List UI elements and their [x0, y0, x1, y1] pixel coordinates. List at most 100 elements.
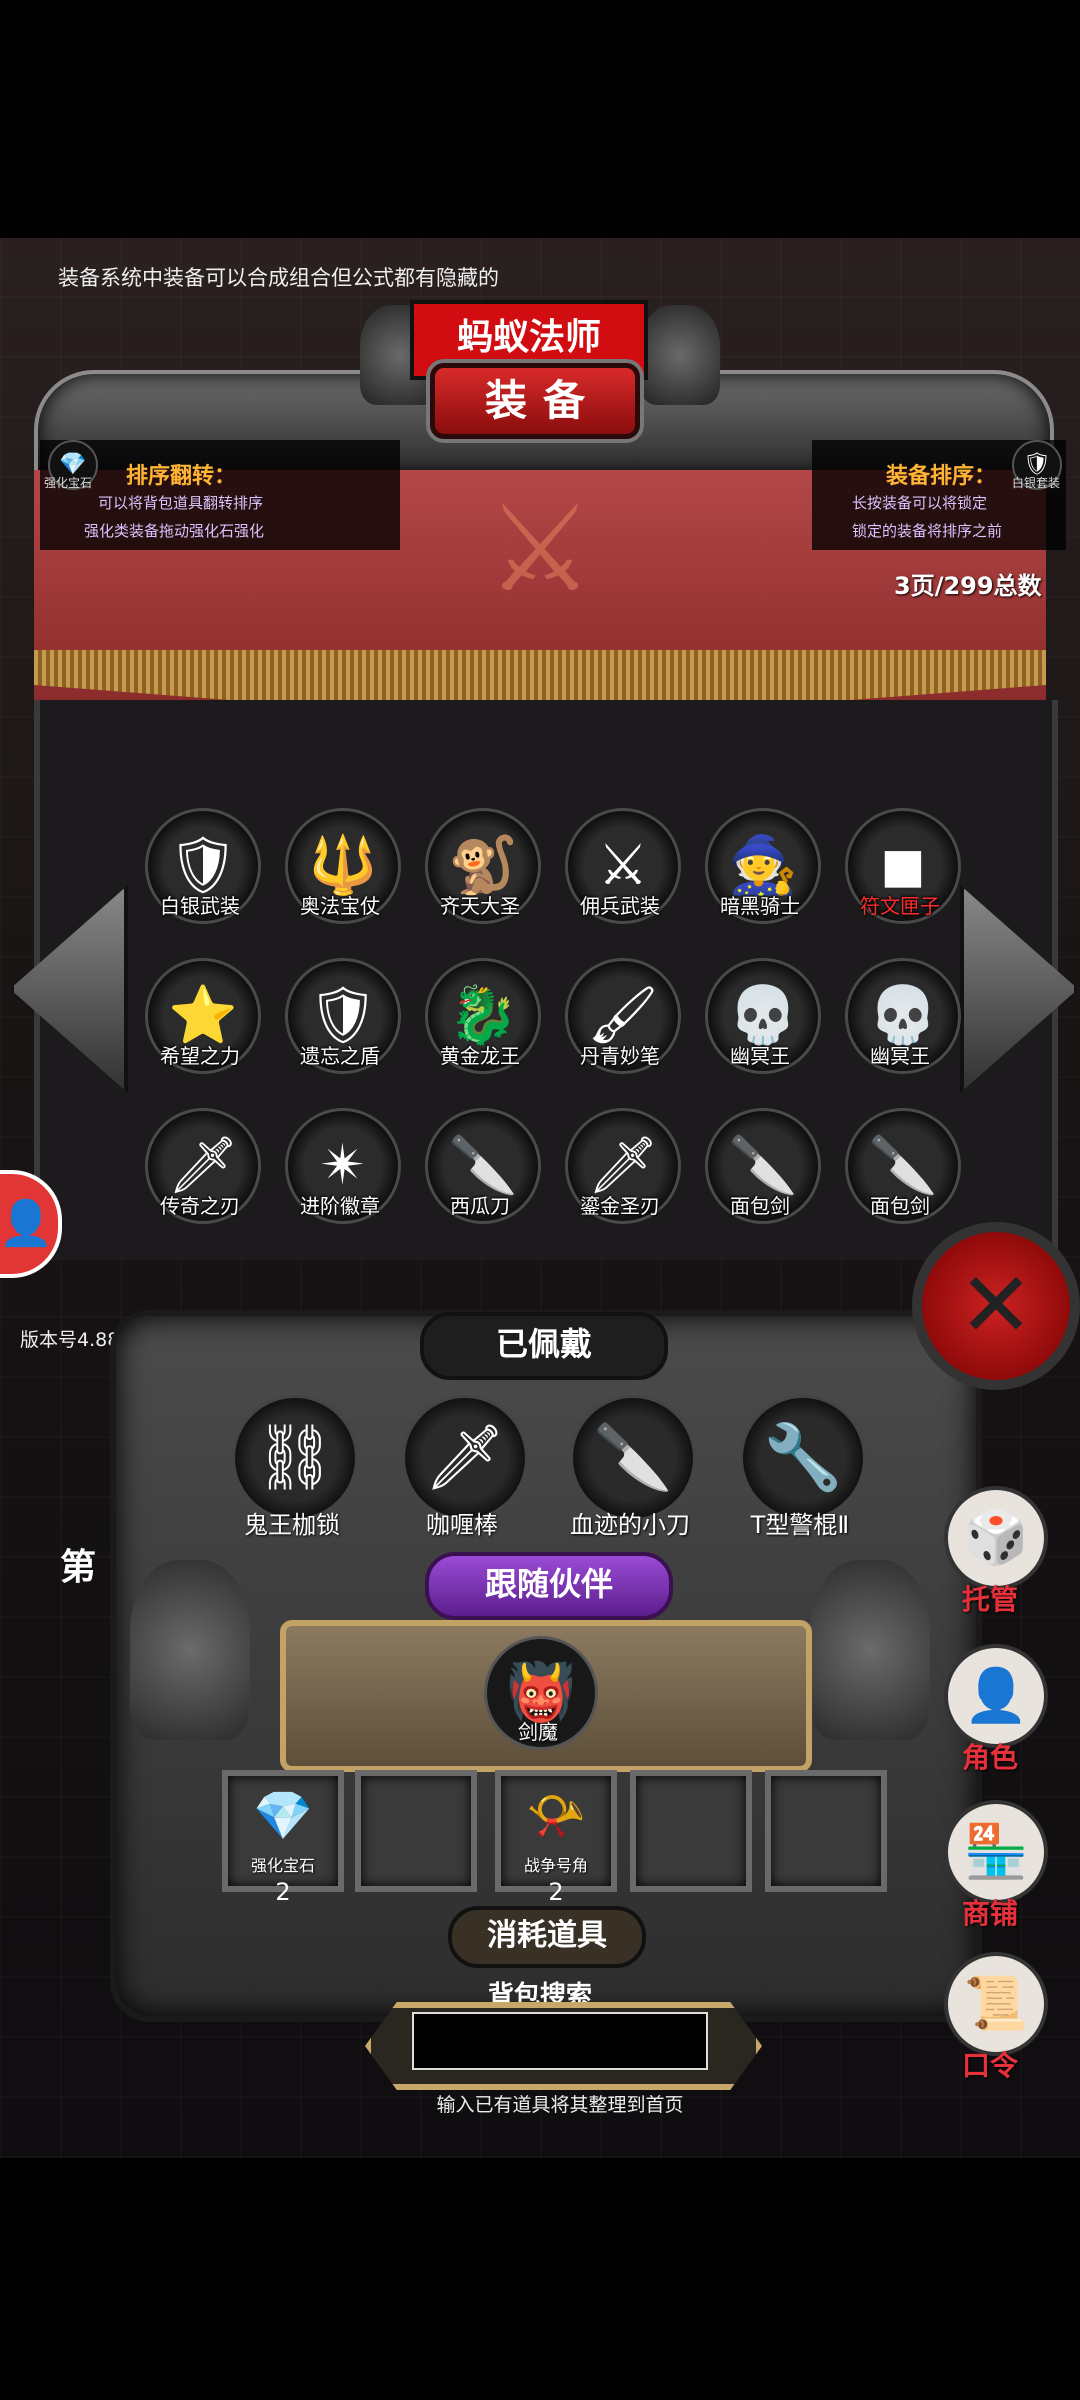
search-input[interactable]: [412, 2012, 708, 2070]
item-label: 进阶徽章: [300, 1194, 380, 1218]
side-button-label: 口令: [961, 2049, 1018, 2082]
equip-sort-title[interactable]: 装备排序：: [886, 458, 996, 490]
item-label: 希望之力: [160, 1044, 240, 1068]
consumable-count: 2: [548, 1878, 564, 1906]
worn-item[interactable]: 🔪 血迹的小刀: [560, 1395, 700, 1545]
inventory-item[interactable]: 🐉 黄金龙王: [420, 958, 541, 1088]
worn-item[interactable]: ⛓ 鬼王枷锁: [222, 1395, 362, 1545]
inventory-item[interactable]: 🔪 西瓜刀: [420, 1108, 541, 1238]
gargoyle-right-ornament: [640, 305, 720, 405]
companion-slot[interactable]: 👹 剑魔: [478, 1636, 598, 1766]
worn-item-label: 咖喱棒: [426, 1511, 498, 1539]
sort-flip-line2: 强化类装备拖动强化石强化: [84, 522, 265, 540]
worn-item-icon: 🗡: [402, 1395, 528, 1521]
inventory-item[interactable]: 🗡 鎏金圣刃: [560, 1108, 681, 1238]
character-button[interactable]: 👤 角色: [930, 1644, 1050, 1784]
item-label: 白银武装: [160, 894, 240, 918]
item-label: 黄金龙王: [440, 1044, 520, 1068]
item-label: 丹青妙笔: [580, 1044, 660, 1068]
shop-button[interactable]: 🏪 商铺: [930, 1800, 1050, 1940]
side-button-icon: 👤: [944, 1644, 1048, 1748]
item-label: 佣兵武装: [580, 894, 660, 918]
equip-sort-line2: 锁定的装备将排序之前: [852, 522, 1003, 540]
stage-label: 第: [60, 1547, 97, 1588]
tip-text: 装备系统中装备可以合成组合但公式都有隐藏的: [58, 266, 499, 290]
inventory-item[interactable]: 🗡 传奇之刃: [140, 1108, 261, 1238]
item-label: 暗黑骑士: [720, 894, 800, 918]
inventory-item[interactable]: 🔱 奥法宝仗: [280, 808, 401, 938]
page-counter: 3页/299总数: [894, 572, 1042, 600]
side-button-label: 角色: [961, 1741, 1018, 1774]
consumable-icon: 📯: [526, 1788, 586, 1844]
consumable-label: 强化宝石: [250, 1856, 315, 1875]
sort-flip-title[interactable]: 排序翻转：: [126, 458, 236, 490]
companion-title: 跟随伙伴: [425, 1552, 673, 1620]
worn-item-icon: ⛓: [232, 1395, 358, 1521]
item-label: 传奇之刃: [160, 1194, 240, 1218]
item-label: 幽冥王: [870, 1044, 930, 1068]
auto-play-button[interactable]: 🎲 托管: [930, 1486, 1050, 1626]
consumable-slot[interactable]: 💎 强化宝石 2: [222, 1770, 344, 1906]
consumable-icon: 💎: [253, 1788, 313, 1844]
equip-sort-info: 装备排序： 长按装备可以将锁定 锁定的装备将排序之前 🛡 白银套装: [812, 440, 1066, 550]
consumable-slot[interactable]: [765, 1770, 887, 1892]
consumable-slot[interactable]: 📯 战争号角 2: [495, 1770, 617, 1906]
worn-item[interactable]: 🗡 咖喱棒: [392, 1395, 532, 1545]
sort-flip-line1: 可以将背包道具翻转排序: [98, 494, 264, 512]
inventory-item[interactable]: 🛡 白银武装: [140, 808, 261, 938]
consumable-icon: [636, 1776, 746, 1856]
consumable-icon: [361, 1776, 471, 1856]
side-button-label: 托管: [961, 1583, 1018, 1616]
inventory-item[interactable]: 🧙 暗黑骑士: [700, 808, 821, 938]
item-label: 奥法宝仗: [300, 894, 380, 918]
inventory-item[interactable]: 💀 幽冥王: [840, 958, 961, 1088]
side-button-icon: 🏪: [944, 1800, 1048, 1904]
item-label: 面包剑: [730, 1194, 790, 1218]
sort-flip-info: 💎 强化宝石 排序翻转： 可以将背包道具翻转排序 强化类装备拖动强化石强化: [40, 440, 400, 550]
item-label: 幽冥王: [730, 1044, 790, 1068]
code-button[interactable]: 📜 口令: [930, 1952, 1050, 2092]
item-label: 面包剑: [870, 1194, 930, 1218]
crossed-swords-emblem-icon: ⚔: [486, 480, 594, 619]
worn-item[interactable]: 🔧 T型警棍Ⅱ: [730, 1395, 870, 1545]
inventory-item[interactable]: ⭐ 希望之力: [140, 958, 261, 1088]
equip-sort-line1: 长按装备可以将锁定: [852, 494, 988, 512]
inventory-item[interactable]: 🔪 面包剑: [700, 1108, 821, 1238]
equip-title: 装备: [430, 363, 640, 439]
consumable-slot[interactable]: [355, 1770, 477, 1892]
inventory-item[interactable]: 🐒 齐天大圣: [420, 808, 541, 938]
side-button-icon: 🎲: [944, 1486, 1048, 1590]
close-icon[interactable]: ✕: [912, 1222, 1080, 1390]
consumable-slot[interactable]: [630, 1770, 752, 1892]
worn-item-label: T型警棍Ⅱ: [750, 1511, 850, 1539]
dragon-left-ornament: [130, 1560, 250, 1740]
inventory-item[interactable]: 💀 幽冥王: [700, 958, 821, 1088]
item-label: 西瓜刀: [450, 1194, 510, 1218]
inventory-item[interactable]: ⚔ 佣兵武装: [560, 808, 681, 938]
worn-item-icon: 🔧: [740, 1395, 866, 1521]
worn-title: 已佩戴: [420, 1312, 668, 1380]
inventory-item[interactable]: ✴ 进阶徽章: [280, 1108, 401, 1238]
worn-item-icon: 🔪: [570, 1395, 696, 1521]
inventory-item[interactable]: 🖌 丹青妙笔: [560, 958, 681, 1088]
item-label: 鎏金圣刃: [580, 1194, 660, 1218]
version-label: 版本号4.88: [20, 1329, 120, 1351]
gem-icon-label: 强化宝石: [44, 476, 93, 490]
inventory-item[interactable]: ◼ 符文匣子: [840, 808, 961, 938]
consumable-count: 2: [275, 1878, 291, 1906]
consumable-icon: [771, 1776, 881, 1856]
item-label: 符文匣子: [860, 894, 940, 918]
search-hint: 输入已有道具将其整理到首页: [436, 2094, 684, 2116]
companion-label: 剑魔: [518, 1720, 558, 1744]
dragon-right-ornament: [810, 1560, 930, 1740]
inventory-item[interactable]: 🛡 遗忘之盾: [280, 958, 401, 1088]
item-label: 遗忘之盾: [300, 1044, 380, 1068]
inventory-item[interactable]: 🔪 面包剑: [840, 1108, 961, 1238]
consumable-title: 消耗道具: [448, 1906, 646, 1968]
item-label: 齐天大圣: [440, 894, 520, 918]
silver-armor-icon-label: 白银套装: [1012, 476, 1061, 490]
consumable-label: 战争号角: [523, 1856, 588, 1875]
side-button-icon: 📜: [944, 1952, 1048, 2056]
worn-item-label: 鬼王枷锁: [244, 1511, 340, 1539]
side-button-label: 商铺: [961, 1897, 1018, 1930]
